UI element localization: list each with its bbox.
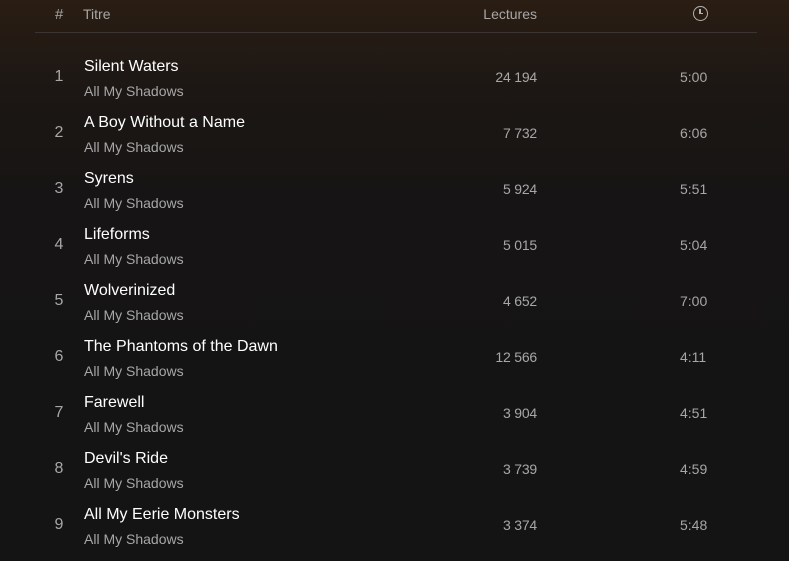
- track-plays: 5 924: [502, 181, 537, 197]
- track-row[interactable]: 6 The Phantoms of the Dawn All My Shadow…: [35, 330, 757, 386]
- track-artist[interactable]: All My Shadows: [84, 531, 184, 547]
- clock-icon: [693, 6, 708, 21]
- track-plays: 7 732: [502, 125, 537, 141]
- track-title[interactable]: Silent Waters: [84, 58, 179, 76]
- header-duration[interactable]: [693, 6, 709, 22]
- track-plays: 4 652: [502, 293, 537, 309]
- track-number: 1: [54, 68, 64, 85]
- track-title[interactable]: Syrens: [84, 170, 134, 188]
- track-title[interactable]: The Phantoms of the Dawn: [84, 338, 278, 356]
- track-row[interactable]: 1 Silent Waters All My Shadows 24 194 5:…: [35, 50, 757, 106]
- track-artist[interactable]: All My Shadows: [84, 251, 184, 267]
- track-title[interactable]: Devil's Ride: [84, 450, 168, 468]
- header-title[interactable]: Titre: [83, 6, 110, 22]
- track-duration: 5:04: [680, 237, 708, 253]
- track-plays: 5 015: [502, 237, 537, 253]
- track-artist[interactable]: All My Shadows: [84, 83, 184, 99]
- track-duration: 5:00: [680, 69, 708, 85]
- track-plays: 3 739: [502, 461, 537, 477]
- track-duration: 4:51: [680, 405, 708, 421]
- track-title[interactable]: Lifeforms: [84, 226, 150, 244]
- track-number: 2: [54, 124, 64, 141]
- track-duration: 5:48: [680, 517, 708, 533]
- track-title[interactable]: All My Eerie Monsters: [84, 506, 240, 524]
- track-number: 7: [54, 404, 64, 421]
- track-number: 4: [54, 236, 64, 253]
- track-duration: 7:00: [680, 293, 708, 309]
- track-title[interactable]: Farewell: [84, 394, 144, 412]
- track-number: 9: [54, 516, 64, 533]
- track-title[interactable]: A Boy Without a Name: [84, 114, 245, 132]
- track-artist[interactable]: All My Shadows: [84, 139, 184, 155]
- track-row[interactable]: 8 Devil's Ride All My Shadows 3 739 4:59: [35, 442, 757, 498]
- track-row[interactable]: 9 All My Eerie Monsters All My Shadows 3…: [35, 498, 757, 554]
- track-title[interactable]: Wolverinized: [84, 282, 175, 300]
- track-plays: 12 566: [495, 349, 537, 365]
- track-plays: 3 374: [502, 517, 537, 533]
- track-number: 8: [54, 460, 64, 477]
- track-row[interactable]: 5 Wolverinized All My Shadows 4 652 7:00: [35, 274, 757, 330]
- track-plays: 24 194: [495, 69, 537, 85]
- track-artist[interactable]: All My Shadows: [84, 195, 184, 211]
- header-plays[interactable]: Lectures: [483, 6, 537, 22]
- track-plays: 3 904: [502, 405, 537, 421]
- track-duration: 6:06: [680, 125, 708, 141]
- header-number: #: [55, 6, 64, 23]
- track-artist[interactable]: All My Shadows: [84, 475, 184, 491]
- track-list: 1 Silent Waters All My Shadows 24 194 5:…: [35, 50, 757, 554]
- track-artist[interactable]: All My Shadows: [84, 419, 184, 435]
- track-artist[interactable]: All My Shadows: [84, 307, 184, 323]
- track-row[interactable]: 3 Syrens All My Shadows 5 924 5:51: [35, 162, 757, 218]
- track-duration: 4:59: [680, 461, 708, 477]
- track-number: 5: [54, 292, 64, 309]
- tracklist-page: # Titre Lectures 1 Silent Waters All My …: [0, 0, 789, 561]
- track-duration: 5:51: [680, 181, 708, 197]
- track-artist[interactable]: All My Shadows: [84, 363, 184, 379]
- track-number: 3: [54, 180, 64, 197]
- track-row[interactable]: 7 Farewell All My Shadows 3 904 4:51: [35, 386, 757, 442]
- track-row[interactable]: 4 Lifeforms All My Shadows 5 015 5:04: [35, 218, 757, 274]
- track-number: 6: [54, 348, 64, 365]
- track-duration: 4:11: [680, 349, 707, 365]
- track-row[interactable]: 2 A Boy Without a Name All My Shadows 7 …: [35, 106, 757, 162]
- tracklist-header: # Titre Lectures: [35, 0, 757, 33]
